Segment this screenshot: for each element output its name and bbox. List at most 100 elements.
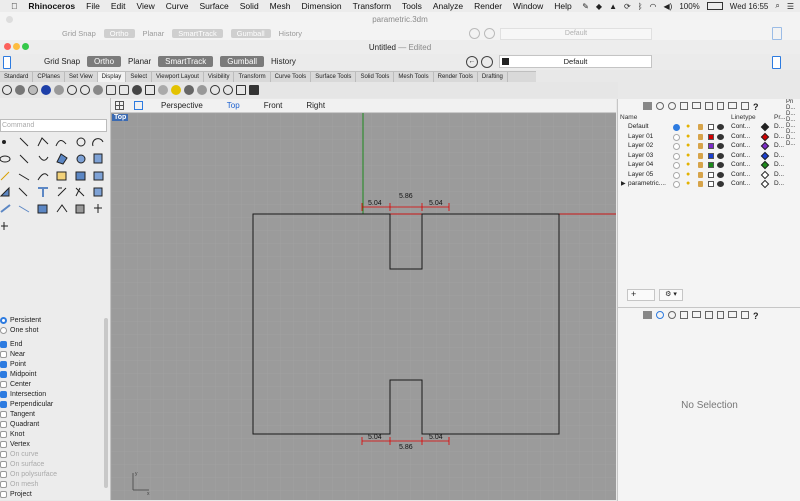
properties-display-icon[interactable] (705, 311, 713, 319)
visible-bulb-icon[interactable]: ● (686, 123, 690, 130)
clock[interactable]: Wed 16:55 (730, 2, 769, 11)
layer-print-width[interactable]: D... (774, 142, 784, 149)
tab-cplanes[interactable]: CPlanes (33, 72, 66, 82)
tab-top[interactable]: Top (227, 101, 240, 110)
osnap-knot[interactable]: Knot (0, 429, 104, 439)
menu-solid[interactable]: Solid (240, 1, 259, 11)
osnap-vertex-checkbox[interactable] (0, 440, 7, 448)
ellipse-tool-icon[interactable] (0, 155, 11, 163)
dim-top-right[interactable]: 5.04 (429, 200, 443, 207)
osnap-on-polysurface-checkbox[interactable] (0, 470, 7, 478)
menu-file[interactable]: File (86, 1, 100, 11)
osnap-quadrant-checkbox[interactable] (0, 420, 7, 428)
materials-icon[interactable] (656, 102, 664, 110)
osnap-on-mesh-checkbox[interactable] (0, 480, 7, 488)
grid-snap-toggle[interactable]: Grid Snap (44, 57, 80, 66)
osnap-on-mesh[interactable]: On mesh (0, 479, 104, 489)
menu-view[interactable]: View (137, 1, 155, 11)
gumball-toggle[interactable]: Gumball (220, 56, 265, 67)
layer-color-swatch[interactable] (708, 124, 714, 130)
osnap-scrollbar[interactable] (104, 318, 108, 488)
viewport-canvas[interactable]: 5.04 5.86 5.04 5.04 5.86 5.04 y x (111, 113, 616, 500)
osnap-center-checkbox[interactable] (0, 380, 7, 388)
monitor-icon[interactable] (249, 85, 259, 95)
osnap-on-surface-checkbox[interactable] (0, 460, 7, 468)
layer-row-default[interactable]: Default ● Cont... D... (618, 122, 800, 133)
adobe-icon[interactable]: ▲ (609, 2, 617, 11)
properties-target-icon[interactable] (668, 311, 676, 319)
apple-menu-icon[interactable]:  (11, 1, 17, 11)
layer-color-swatch[interactable] (708, 143, 714, 149)
layer-options-button[interactable]: ⚙ ▾ (659, 289, 683, 301)
point-tool-icon[interactable] (2, 140, 6, 144)
rotate-tool-icon[interactable] (38, 187, 48, 197)
tab-right[interactable]: Right (306, 101, 325, 110)
osnap-midpoint-checkbox[interactable] (0, 370, 7, 378)
technical-sphere-icon[interactable] (67, 85, 77, 95)
dropbox-icon[interactable]: ◆ (596, 2, 602, 11)
layer-color-swatch[interactable] (708, 162, 714, 168)
smarttrack-toggle[interactable]: SmartTrack (158, 56, 214, 67)
layer-linetype[interactable]: Cont... (731, 161, 750, 168)
layer-print-width[interactable]: D... (774, 171, 784, 178)
osnap-end[interactable]: End (0, 339, 104, 349)
join-tool-icon[interactable] (56, 204, 68, 213)
print-color-icon[interactable] (760, 179, 770, 189)
layers-col-linetype[interactable]: Linetype (731, 114, 756, 121)
current-layer-radio[interactable] (673, 181, 680, 188)
sidebar-toggle[interactable] (3, 56, 11, 69)
xray-sphere-icon[interactable] (54, 85, 64, 95)
layer-linetype[interactable]: Cont... (731, 152, 750, 159)
osnap-point-checkbox[interactable] (0, 360, 7, 368)
current-layer-radio[interactable] (673, 171, 680, 179)
osnap-on-polysurface[interactable]: On polysurface (0, 469, 104, 479)
box-tool-icon[interactable] (56, 153, 68, 165)
properties-materials-icon[interactable] (656, 311, 664, 319)
patch-tool-icon[interactable] (93, 171, 104, 181)
lock-icon[interactable] (698, 171, 703, 178)
arctic-sphere-icon[interactable] (106, 85, 116, 95)
tab-drafting[interactable]: Drafting (478, 72, 508, 82)
target-icon[interactable] (668, 102, 676, 110)
menu-transform[interactable]: Transform (353, 1, 391, 11)
polygon-tool-icon[interactable] (38, 155, 49, 161)
material-ball-icon[interactable] (717, 171, 724, 178)
viewport-title[interactable]: Top (112, 114, 129, 121)
osnap-project[interactable]: Project (0, 489, 104, 499)
four-viewports-icon[interactable] (115, 101, 124, 110)
back-icon[interactable]: ← (466, 56, 478, 68)
layer-print-width[interactable]: D... (774, 133, 784, 140)
layer-row-layer-03[interactable]: Layer 03 ● Cont... D... (618, 151, 800, 162)
layer-name[interactable]: Default (628, 123, 649, 130)
group-tool-icon[interactable] (94, 204, 102, 213)
shaded-sphere-icon[interactable] (15, 85, 25, 95)
notes-icon[interactable] (741, 102, 749, 110)
current-layer-radio[interactable] (673, 133, 680, 141)
layer-color-swatch[interactable] (708, 171, 714, 178)
arc-tool-icon[interactable] (92, 138, 104, 147)
tab-select[interactable]: Select (126, 72, 152, 82)
tab-perspective[interactable]: Perspective (161, 101, 203, 110)
osnap-on-curve-checkbox[interactable] (0, 450, 7, 458)
material-ball-icon[interactable] (717, 152, 724, 159)
menu-curve[interactable]: Curve (166, 1, 189, 11)
osnap-target-icon[interactable] (481, 56, 493, 68)
tab-mesh-tools[interactable]: Mesh Tools (394, 72, 434, 82)
tab-transform[interactable]: Transform (234, 72, 271, 82)
layer-name[interactable]: parametric.... (628, 180, 666, 187)
sphere-tool-icon[interactable] (76, 154, 86, 164)
lock-icon[interactable] (698, 143, 703, 149)
current-layer-radio[interactable] (673, 143, 680, 150)
properties-help-icon[interactable]: ? (753, 311, 759, 321)
help-icon[interactable]: ? (753, 102, 759, 112)
menu-edit[interactable]: Edit (111, 1, 126, 11)
tab-solid-tools[interactable]: Solid Tools (356, 72, 395, 82)
osnap-one-shot-radio[interactable] (0, 326, 7, 334)
dim-top-middle[interactable]: 5.86 (399, 193, 413, 200)
layer-name[interactable]: Layer 01 (628, 133, 653, 140)
layer-color-swatch[interactable] (708, 181, 714, 187)
osnap-tangent[interactable]: Tangent (0, 409, 104, 419)
print-color-icon[interactable] (760, 132, 770, 141)
cylinder-tool-icon[interactable] (93, 153, 103, 164)
app-menu[interactable]: Rhinoceros (28, 1, 75, 11)
